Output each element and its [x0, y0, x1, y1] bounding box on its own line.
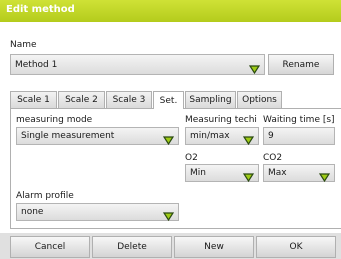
- tab-scale-3[interactable]: Scale 3: [106, 91, 152, 108]
- method-name-value: Method 1: [15, 60, 58, 70]
- window-title: Edit method: [6, 4, 75, 15]
- title-bar: Edit method: [0, 0, 341, 22]
- o2-value: Min: [190, 168, 206, 178]
- measuring-technique-value: min/max: [190, 131, 230, 141]
- delete-button[interactable]: Delete: [92, 236, 172, 258]
- chevron-down-icon: [318, 168, 331, 183]
- co2-value: Max: [268, 168, 287, 178]
- ok-button[interactable]: OK: [256, 236, 336, 258]
- chevron-down-icon: [162, 131, 175, 146]
- alarm-profile-value: none: [21, 207, 44, 217]
- method-name-dropdown[interactable]: Method 1: [10, 54, 265, 75]
- measuring-mode-label: measuring mode: [16, 115, 93, 125]
- tab-scale-2[interactable]: Scale 2: [58, 91, 105, 108]
- alarm-profile-label: Alarm profile: [16, 191, 74, 201]
- measuring-mode-dropdown[interactable]: Single measurement: [16, 127, 179, 146]
- alarm-profile-dropdown[interactable]: none: [16, 203, 179, 222]
- measuring-mode-value: Single measurement: [21, 131, 115, 141]
- measuring-technique-label: Measuring techi: [185, 115, 257, 125]
- tab-settings[interactable]: Set.: [153, 91, 184, 109]
- tab-options[interactable]: Options: [237, 91, 282, 108]
- chevron-down-icon: [248, 60, 261, 75]
- chevron-down-icon: [242, 131, 255, 146]
- co2-dropdown[interactable]: Max: [263, 164, 335, 183]
- chevron-down-icon: [242, 168, 255, 183]
- waiting-time-value: 9: [268, 131, 274, 141]
- cancel-button[interactable]: Cancel: [10, 236, 90, 258]
- waiting-time-label: Waiting time [s]: [263, 115, 335, 125]
- waiting-time-input[interactable]: 9: [263, 127, 335, 145]
- chevron-down-icon: [162, 207, 175, 222]
- o2-dropdown[interactable]: Min: [185, 164, 259, 183]
- name-label: Name: [10, 40, 37, 50]
- co2-label: CO2: [263, 153, 283, 163]
- o2-label: O2: [185, 153, 198, 163]
- measuring-technique-dropdown[interactable]: min/max: [185, 127, 259, 146]
- rename-button[interactable]: Rename: [268, 54, 334, 75]
- new-button[interactable]: New: [174, 236, 254, 258]
- tab-scale-1[interactable]: Scale 1: [10, 91, 57, 108]
- tab-sampling[interactable]: Sampling: [185, 91, 236, 108]
